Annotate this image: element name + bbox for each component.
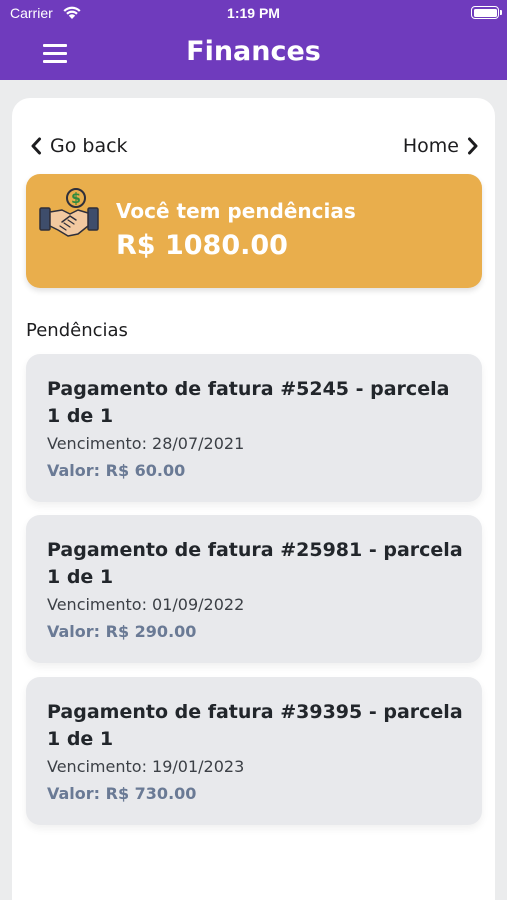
pending-item-due-date: Vencimento: 28/07/2021	[47, 434, 245, 453]
app-header: Finances	[0, 28, 507, 80]
pending-item-card[interactable]: Pagamento de fatura #5245 - parcela 1 de…	[26, 354, 482, 502]
go-back-label: Go back	[50, 135, 128, 157]
pending-item-value: Valor: R$ 730.00	[47, 784, 197, 803]
clock: 1:19 PM	[227, 5, 280, 21]
handshake-money-icon: $	[39, 188, 99, 237]
pending-summary-banner: $ Você tem pendências R$ 1080.00	[26, 174, 482, 288]
home-link[interactable]: Home	[403, 134, 479, 158]
pending-item-card[interactable]: Pagamento de fatura #39395 - parcela 1 d…	[26, 677, 482, 825]
status-bar: Carrier 1:19 PM	[0, 0, 507, 28]
svg-text:$: $	[71, 191, 81, 207]
pending-section-title: Pendências	[26, 320, 128, 341]
go-back-link[interactable]: Go back	[30, 134, 128, 158]
pending-item-due-date: Vencimento: 01/09/2022	[47, 595, 245, 614]
pending-item-title: Pagamento de fatura #25981 - parcela 1 d…	[47, 539, 463, 588]
home-label: Home	[402, 135, 459, 157]
pending-item-value: Valor: R$ 60.00	[47, 461, 186, 480]
pending-item-value: Valor: R$ 290.00	[47, 622, 197, 641]
pending-item-card[interactable]: Pagamento de fatura #25981 - parcela 1 d…	[26, 515, 482, 663]
pending-title: Você tem pendências	[116, 199, 356, 223]
pending-item-title: Pagamento de fatura #5245 - parcela 1 de…	[47, 378, 450, 427]
chevron-right-icon	[468, 137, 478, 155]
battery-icon	[471, 6, 502, 19]
pending-total-amount: R$ 1080.00	[116, 230, 288, 261]
pending-item-due-date: Vencimento: 19/01/2023	[47, 757, 245, 776]
pending-item-title: Pagamento de fatura #39395 - parcela 1 d…	[47, 701, 463, 750]
chevron-left-icon	[31, 137, 41, 155]
page-title: Finances	[186, 36, 321, 67]
